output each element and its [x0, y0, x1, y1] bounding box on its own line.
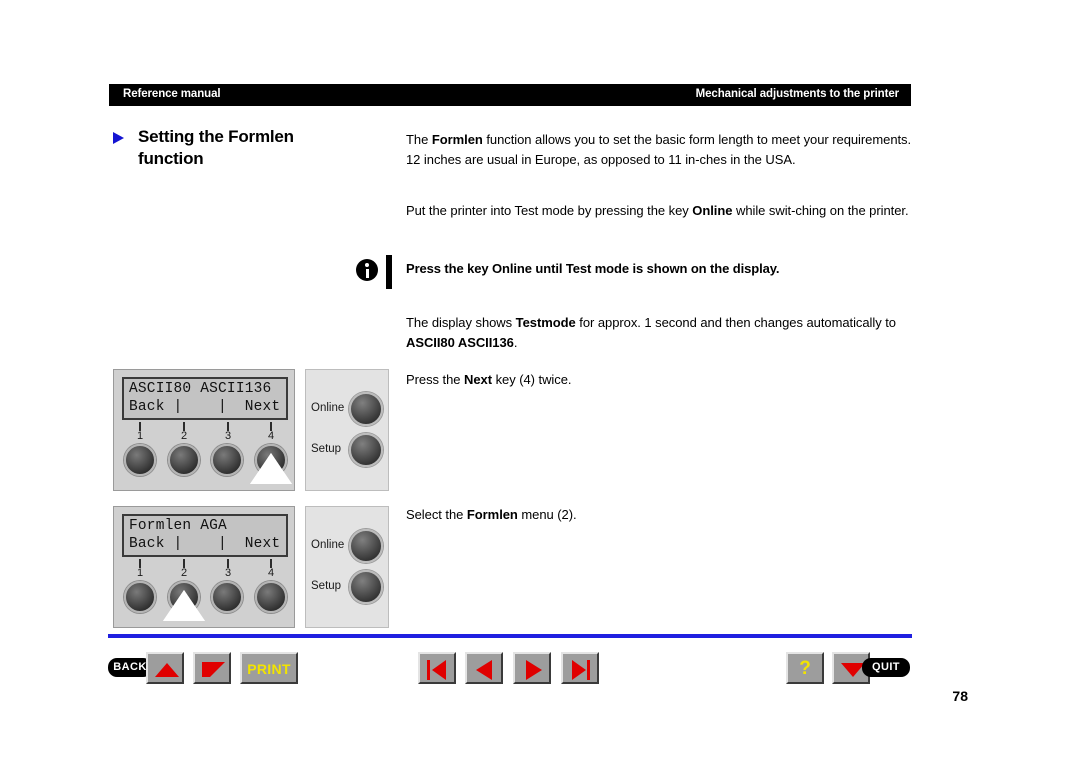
online-button[interactable] — [349, 392, 383, 426]
online-button-label: Online — [311, 402, 345, 414]
side-button-panel: Online Setup — [305, 506, 389, 628]
quit-button[interactable]: QUIT — [862, 658, 910, 677]
triangle-up-icon — [155, 663, 179, 677]
selection-pointer-icon — [163, 590, 205, 621]
para4-part1: Press the — [406, 372, 465, 387]
panel-button-1[interactable] — [124, 581, 156, 613]
prev-page-button[interactable] — [465, 652, 503, 684]
panel-button-3[interactable] — [211, 581, 243, 613]
note-callout: Press the key Online until Test mode is … — [356, 255, 918, 295]
para4-part2: key (4) twice. — [492, 372, 572, 387]
next-page-button[interactable] — [513, 652, 551, 684]
para1-bold1: Formlen — [431, 132, 483, 147]
button-number-4: 4 — [267, 567, 275, 579]
lcd-line-1: Formlen AGA — [129, 518, 227, 534]
navigation-toolbar: BACK PRINT ? QUIT — [0, 652, 1080, 690]
para3-part1: The display shows — [406, 315, 516, 330]
info-icon-stem — [365, 269, 369, 278]
last-page-bar — [587, 660, 590, 680]
prev-page-icon — [476, 660, 492, 680]
paragraph-display-shows: The display shows Testmode for approx. 1… — [406, 313, 918, 352]
lcd-display: Formlen AGA Back | | Next — [122, 514, 288, 557]
footer-divider — [108, 634, 912, 638]
paragraph-select-formlen: Select the Formlen menu (2). — [406, 505, 918, 525]
panel-button-3[interactable] — [211, 444, 243, 476]
lcd-line-2: Back | | Next — [129, 536, 281, 552]
button-number-3: 3 — [224, 430, 232, 442]
first-page-bar — [427, 660, 430, 680]
button-number-4: 4 — [267, 430, 275, 442]
header-left-text: Reference manual — [123, 88, 221, 100]
page-title: Setting the Formlen function — [113, 126, 383, 170]
button-number-1: 1 — [136, 430, 144, 442]
button-number-2: 2 — [180, 567, 188, 579]
control-panel-body: Formlen AGA Back | | Next 1 2 3 4 — [113, 506, 295, 628]
para1-part1: The — [406, 132, 432, 147]
para2-part2: while swit-ching on the printer. — [732, 203, 909, 218]
print-button-label: PRINT — [247, 661, 291, 677]
para3-bold2: ASCII80 ASCII136 — [406, 334, 514, 350]
header-right-text: Mechanical adjustments to the printer — [695, 88, 899, 100]
last-page-button[interactable] — [561, 652, 599, 684]
para2-bold1: Online — [692, 203, 733, 218]
page-number: 78 — [952, 688, 968, 704]
triangle-corner-icon — [202, 662, 225, 677]
info-icon-dot — [365, 263, 369, 267]
online-button-label: Online — [311, 539, 345, 551]
page-title-line-2: function — [138, 149, 204, 168]
panel-button-4[interactable] — [255, 581, 287, 613]
lcd-line-1: ASCII80 ASCII136 — [129, 381, 272, 397]
next-page-icon — [526, 660, 542, 680]
info-circle-icon — [356, 259, 378, 281]
online-button[interactable] — [349, 529, 383, 563]
page-title-text: Setting the Formlen function — [138, 126, 383, 170]
setup-button-label: Setup — [311, 443, 342, 455]
setup-button-label: Setup — [311, 580, 342, 592]
triangle-right-icon — [113, 132, 124, 144]
para5-part2: menu (2). — [517, 507, 577, 522]
first-page-icon — [432, 660, 446, 680]
setup-button[interactable] — [349, 433, 383, 467]
control-panel-body: ASCII80 ASCII136 Back | | Next 1 2 3 4 — [113, 369, 295, 491]
selection-pointer-icon — [250, 453, 292, 484]
print-button[interactable]: PRINT — [240, 652, 298, 684]
first-page-button[interactable] — [418, 652, 456, 684]
side-button-panel: Online Setup — [305, 369, 389, 491]
para5-bold1: Formlen — [466, 507, 518, 522]
para5-part1: Select the — [406, 507, 467, 522]
paragraph-press-next: Press the Next key (4) twice. — [406, 370, 918, 390]
page-title-line-1: Setting the Formlen — [138, 127, 294, 146]
help-button-label: ? — [799, 658, 811, 679]
paragraph-test-mode: Put the printer into Test mode by pressi… — [406, 201, 918, 221]
lcd-display: ASCII80 ASCII136 Back | | Next — [122, 377, 288, 420]
note-text: Press the key Online until Test mode is … — [406, 261, 780, 276]
page-header-bar: Reference manual Mechanical adjustments … — [109, 84, 911, 106]
para4-bold1: Next — [464, 372, 493, 387]
button-number-1: 1 — [136, 567, 144, 579]
panel-button-2[interactable] — [168, 444, 200, 476]
note-vertical-bar — [386, 255, 392, 289]
para3-part2: for approx. 1 second and then changes au… — [575, 315, 896, 330]
para3-part3: . — [513, 334, 518, 350]
button-number-2: 2 — [180, 430, 188, 442]
lcd-line-2: Back | | Next — [129, 399, 281, 415]
para2-part1: Put the printer into Test mode by pressi… — [406, 203, 693, 218]
button-number-3: 3 — [224, 567, 232, 579]
scroll-up-button[interactable] — [146, 652, 184, 684]
panel-button-1[interactable] — [124, 444, 156, 476]
scroll-page-button[interactable] — [193, 652, 231, 684]
last-page-icon — [572, 660, 586, 680]
para3-bold1: Testmode — [515, 315, 576, 330]
help-button[interactable]: ? — [786, 652, 824, 684]
setup-button[interactable] — [349, 570, 383, 604]
paragraph-intro: The Formlen function allows you to set t… — [406, 130, 918, 169]
